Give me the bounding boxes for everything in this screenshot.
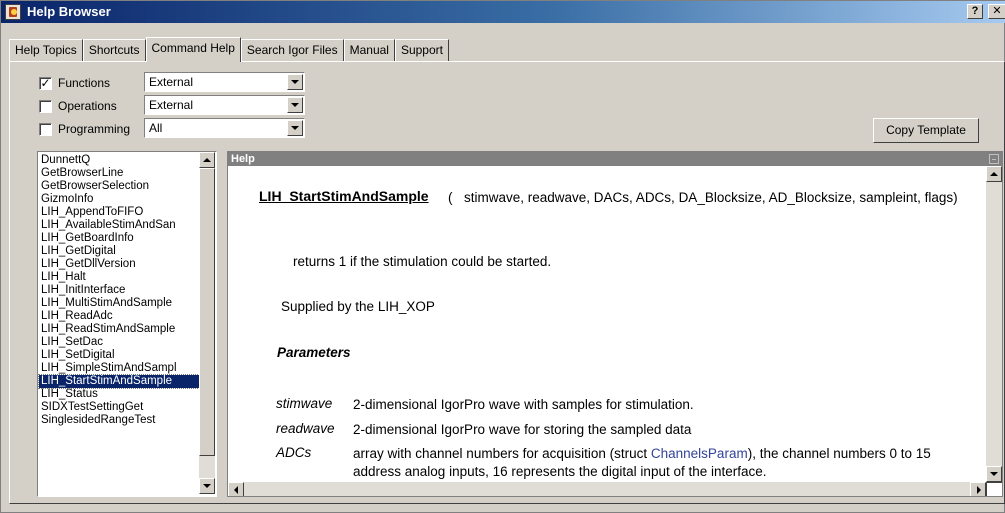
list-item[interactable]: LIH_GetDllVersion xyxy=(39,258,199,271)
functions-filter: ✓ Functions xyxy=(39,73,110,93)
signature-open-paren: ( xyxy=(448,190,453,205)
list-item[interactable]: LIH_AvailableStimAndSan xyxy=(39,219,199,232)
tab-support[interactable]: Support xyxy=(394,39,449,61)
param-name: stimwave xyxy=(276,396,333,411)
list-item[interactable]: LIH_Status xyxy=(39,388,199,401)
help-hscrollbar[interactable] xyxy=(228,482,986,496)
returns-text: returns 1 if the stimulation could be st… xyxy=(293,254,552,269)
functions-checkbox[interactable]: ✓ xyxy=(39,76,52,90)
help-browser-window: Help Browser ? ✕ Help Topics Shortcuts C… xyxy=(0,0,1005,513)
title-bar[interactable]: Help Browser ? ✕ xyxy=(1,1,1005,23)
tab-shortcuts[interactable]: Shortcuts xyxy=(82,39,146,61)
programming-label: Programming xyxy=(58,122,131,136)
param-name: ADCs xyxy=(276,445,312,460)
operations-select[interactable]: External xyxy=(144,95,305,115)
programming-select[interactable]: All xyxy=(144,118,305,138)
list-item[interactable]: LIH_InitInterface xyxy=(39,284,199,297)
list-item[interactable]: LIH_Halt xyxy=(39,271,199,284)
tab-search-igor-files[interactable]: Search Igor Files xyxy=(240,39,344,61)
param-name: readwave xyxy=(276,421,335,436)
programming-checkbox[interactable] xyxy=(39,122,52,136)
operations-filter: Operations xyxy=(39,96,117,116)
window-title: Help Browser xyxy=(27,4,111,19)
param-desc: 2-dimensional IgorPro wave with samples … xyxy=(353,397,694,412)
list-scrollbar[interactable] xyxy=(199,152,215,494)
list-item[interactable]: GetBrowserLine xyxy=(39,167,199,180)
programming-select-value: All xyxy=(149,121,163,135)
list-item[interactable]: LIH_SimpleStimAndSampl xyxy=(39,362,199,375)
operations-select-value: External xyxy=(149,98,194,112)
scroll-up-icon[interactable] xyxy=(986,166,1002,182)
list-item[interactable]: GetBrowserSelection xyxy=(39,180,199,193)
list-item[interactable]: SinglesidedRangeTest xyxy=(39,414,199,427)
functions-select-value: External xyxy=(149,75,194,89)
tab-help-topics[interactable]: Help Topics xyxy=(9,39,83,61)
tab-manual[interactable]: Manual xyxy=(343,39,395,61)
list-item[interactable]: SIDXTestSettingGet xyxy=(39,401,199,414)
functions-label: Functions xyxy=(58,76,111,90)
list-item[interactable]: DunnettQ xyxy=(39,154,199,167)
supplied-text: Supplied by the LIH_XOP xyxy=(281,299,435,314)
scroll-up-icon[interactable] xyxy=(199,152,215,168)
function-list-items: DunnettQ GetBrowserLine GetBrowserSelectio… xyxy=(38,154,200,427)
operations-label: Operations xyxy=(58,99,117,113)
scroll-down-icon[interactable] xyxy=(199,478,215,494)
parameters-heading: Parameters xyxy=(277,345,351,360)
help-pane: Help LIH_StartStimAndSample ( stimwave, … xyxy=(227,151,1003,497)
app-icon xyxy=(5,4,21,20)
functions-select[interactable]: External xyxy=(144,72,305,92)
list-item[interactable]: LIH_ReadAdc xyxy=(39,310,199,323)
scroll-down-icon[interactable] xyxy=(986,466,1002,482)
close-button[interactable]: ✕ xyxy=(988,4,1005,19)
list-item[interactable]: LIH_SetDac xyxy=(39,336,199,349)
list-item[interactable]: LIH_GetDigital xyxy=(39,245,199,258)
tab-command-help[interactable]: Command Help xyxy=(145,37,241,62)
programming-filter: Programming xyxy=(39,119,130,139)
scroll-thumb[interactable] xyxy=(199,168,215,456)
list-item[interactable]: LIH_GetBoardInfo xyxy=(39,232,199,245)
list-item[interactable]: LIH_MultiStimAndSample xyxy=(39,297,199,310)
scroll-left-icon[interactable] xyxy=(228,482,244,496)
function-list[interactable]: DunnettQ GetBrowserLine GetBrowserSelectio… xyxy=(37,151,217,497)
help-pane-header: Help xyxy=(228,152,1002,166)
list-item[interactable]: GizmoInfo xyxy=(39,193,199,206)
operations-checkbox[interactable] xyxy=(39,99,52,113)
resize-corner[interactable] xyxy=(986,482,1002,496)
list-item[interactable]: LIH_StartStimAndSample xyxy=(38,374,200,389)
chevron-down-icon[interactable] xyxy=(287,120,303,136)
signature-args: stimwave, readwave, DACs, ADCs, DA_Block… xyxy=(464,190,958,205)
collapse-icon[interactable] xyxy=(989,154,999,164)
copy-template-button[interactable]: Copy Template xyxy=(873,118,979,143)
param-desc: 2-dimensional IgorPro wave for storing t… xyxy=(353,422,692,437)
channels-param-link[interactable]: ChannelsParam xyxy=(651,446,748,461)
list-item[interactable]: LIH_AppendToFIFO xyxy=(39,206,199,219)
scroll-right-icon[interactable] xyxy=(970,482,986,496)
list-item[interactable]: LIH_ReadStimAndSample xyxy=(39,323,199,336)
param-desc: array with channel numbers for acquisiti… xyxy=(353,446,931,479)
list-item[interactable]: LIH_SetDigital xyxy=(39,349,199,362)
chevron-down-icon[interactable] xyxy=(287,74,303,90)
tab-bar: Help Topics Shortcuts Command Help Searc… xyxy=(9,37,449,62)
function-name-link[interactable]: LIH_StartStimAndSample xyxy=(259,188,429,204)
help-pane-title: Help xyxy=(231,153,255,165)
help-content: LIH_StartStimAndSample ( stimwave, readw… xyxy=(228,166,986,482)
help-vscrollbar[interactable] xyxy=(986,166,1002,482)
help-button[interactable]: ? xyxy=(967,4,983,19)
chevron-down-icon[interactable] xyxy=(287,97,303,113)
